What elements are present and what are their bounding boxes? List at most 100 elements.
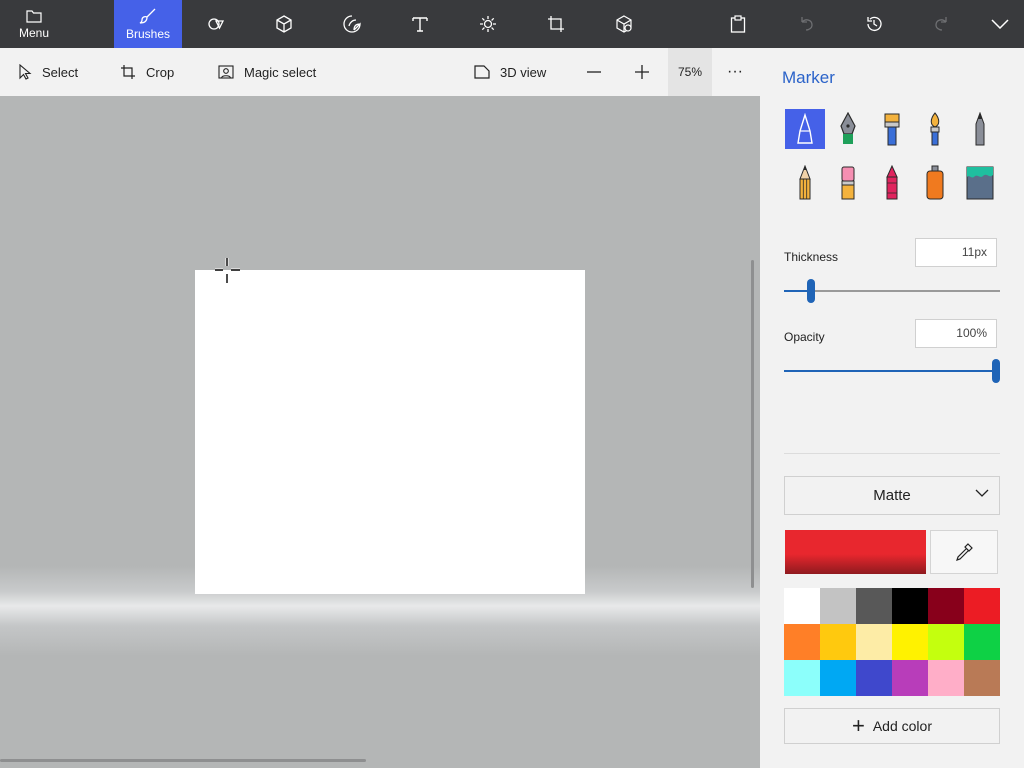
spray-can-icon — [926, 165, 944, 200]
palette-swatch[interactable] — [820, 624, 856, 660]
thickness-slider-thumb[interactable] — [807, 279, 815, 303]
3d-view-button[interactable]: 3D view — [474, 48, 546, 96]
expand-button[interactable] — [976, 0, 1024, 48]
palette-swatch[interactable] — [964, 660, 1000, 696]
eyedropper-button[interactable] — [930, 530, 998, 574]
palette-swatch[interactable] — [856, 660, 892, 696]
vertical-scrollbar[interactable] — [751, 260, 754, 588]
eyedropper-icon — [956, 543, 973, 561]
2d-shapes-icon — [208, 18, 225, 30]
zoom-out-button[interactable] — [586, 48, 612, 96]
2d-shapes-button[interactable] — [192, 0, 240, 48]
drawing-canvas[interactable] — [195, 270, 585, 594]
select-arrow-icon — [19, 64, 32, 80]
brush-icon — [139, 8, 156, 24]
3d-library-icon — [616, 15, 632, 33]
plus-icon — [635, 65, 649, 79]
effects-icon — [480, 16, 496, 32]
opacity-slider-thumb[interactable] — [992, 359, 1000, 383]
paste-button[interactable] — [714, 0, 762, 48]
redo-icon — [935, 17, 947, 31]
brush-calligraphy-pen[interactable] — [828, 109, 868, 149]
pencil-icon — [799, 165, 811, 200]
magic-select-button[interactable]: Magic select — [218, 48, 316, 96]
finish-dropdown[interactable]: Matte — [784, 476, 1000, 515]
brush-pixel-pen[interactable] — [960, 109, 1000, 149]
current-color-swatch[interactable] — [785, 530, 926, 574]
brushes-panel: Marker Thickness 11px Opacity 100% Matte… — [760, 48, 1024, 768]
crop-label: Crop — [146, 64, 175, 80]
crop-button[interactable]: Crop — [120, 48, 174, 96]
3d-shapes-button[interactable] — [260, 0, 308, 48]
brush-pencil[interactable] — [785, 163, 825, 203]
brush-spray-can[interactable] — [915, 163, 955, 203]
panel-divider — [784, 453, 1000, 454]
text-icon — [412, 17, 428, 32]
brush-eraser[interactable] — [828, 163, 868, 203]
3d-view-icon — [474, 65, 490, 79]
opacity-input[interactable]: 100% — [915, 319, 997, 348]
palette-swatch[interactable] — [784, 624, 820, 660]
select-label: Select — [42, 64, 79, 80]
text-button[interactable] — [396, 0, 444, 48]
palette-swatch[interactable] — [856, 624, 892, 660]
eraser-icon — [841, 166, 855, 200]
palette-swatch[interactable] — [928, 624, 964, 660]
opacity-slider[interactable] — [784, 359, 1000, 383]
color-palette — [784, 588, 1000, 696]
thickness-input[interactable]: 11px — [915, 238, 997, 267]
palette-swatch[interactable] — [928, 660, 964, 696]
chevron-down-icon — [975, 489, 989, 497]
brush-oil-brush[interactable] — [872, 109, 912, 149]
brushes-tab[interactable]: Brushes — [114, 0, 182, 48]
sub-toolbar: Select Crop Magic select 3D view 75% ··· — [0, 48, 760, 97]
brush-fill[interactable] — [960, 163, 1000, 203]
menu-button[interactable]: Menu — [0, 0, 68, 48]
palette-swatch[interactable] — [820, 588, 856, 624]
magic-select-label: Magic select — [244, 64, 317, 80]
top-toolbar: Menu Brushes — [0, 0, 1024, 48]
palette-swatch[interactable] — [892, 588, 928, 624]
thickness-slider[interactable] — [784, 279, 1000, 303]
calligraphy-pen-icon — [840, 112, 856, 144]
brush-marker[interactable] — [785, 109, 825, 149]
undo-icon — [801, 17, 813, 31]
select-button[interactable]: Select — [18, 48, 78, 96]
finish-value: Matte — [873, 487, 911, 504]
horizontal-scrollbar[interactable] — [0, 759, 366, 762]
effects-button[interactable] — [464, 0, 512, 48]
folder-icon — [26, 9, 42, 23]
crop-icon — [121, 65, 135, 79]
palette-swatch[interactable] — [964, 588, 1000, 624]
palette-swatch[interactable] — [820, 660, 856, 696]
brush-watercolor[interactable] — [915, 109, 955, 149]
palette-swatch[interactable] — [856, 588, 892, 624]
menu-label: Menu — [18, 25, 50, 40]
stickers-icon — [343, 15, 361, 33]
redo-button[interactable] — [918, 0, 966, 48]
crayon-icon — [886, 165, 898, 200]
history-button[interactable] — [850, 0, 898, 48]
zoom-in-button[interactable] — [634, 48, 660, 96]
palette-swatch[interactable] — [928, 588, 964, 624]
palette-swatch[interactable] — [784, 660, 820, 696]
palette-swatch[interactable] — [784, 588, 820, 624]
palette-swatch[interactable] — [892, 624, 928, 660]
add-color-label: Add color — [872, 718, 932, 734]
palette-swatch[interactable] — [964, 624, 1000, 660]
crosshair-cursor-icon — [215, 258, 240, 283]
brush-crayon[interactable] — [872, 163, 912, 203]
3d-library-button[interactable] — [600, 0, 648, 48]
canvas-button[interactable] — [532, 0, 580, 48]
stickers-button[interactable] — [328, 0, 376, 48]
canvas-icon — [548, 16, 564, 32]
magic-select-icon — [218, 65, 234, 79]
undo-button[interactable] — [782, 0, 830, 48]
add-color-button[interactable]: + Add color — [784, 708, 1000, 744]
more-options-button[interactable]: ··· — [727, 48, 743, 96]
palette-swatch[interactable] — [892, 660, 928, 696]
marker-icon — [797, 113, 813, 144]
3d-view-label: 3D view — [500, 64, 547, 80]
zoom-level[interactable]: 75% — [668, 48, 712, 96]
watercolor-icon — [930, 112, 940, 146]
